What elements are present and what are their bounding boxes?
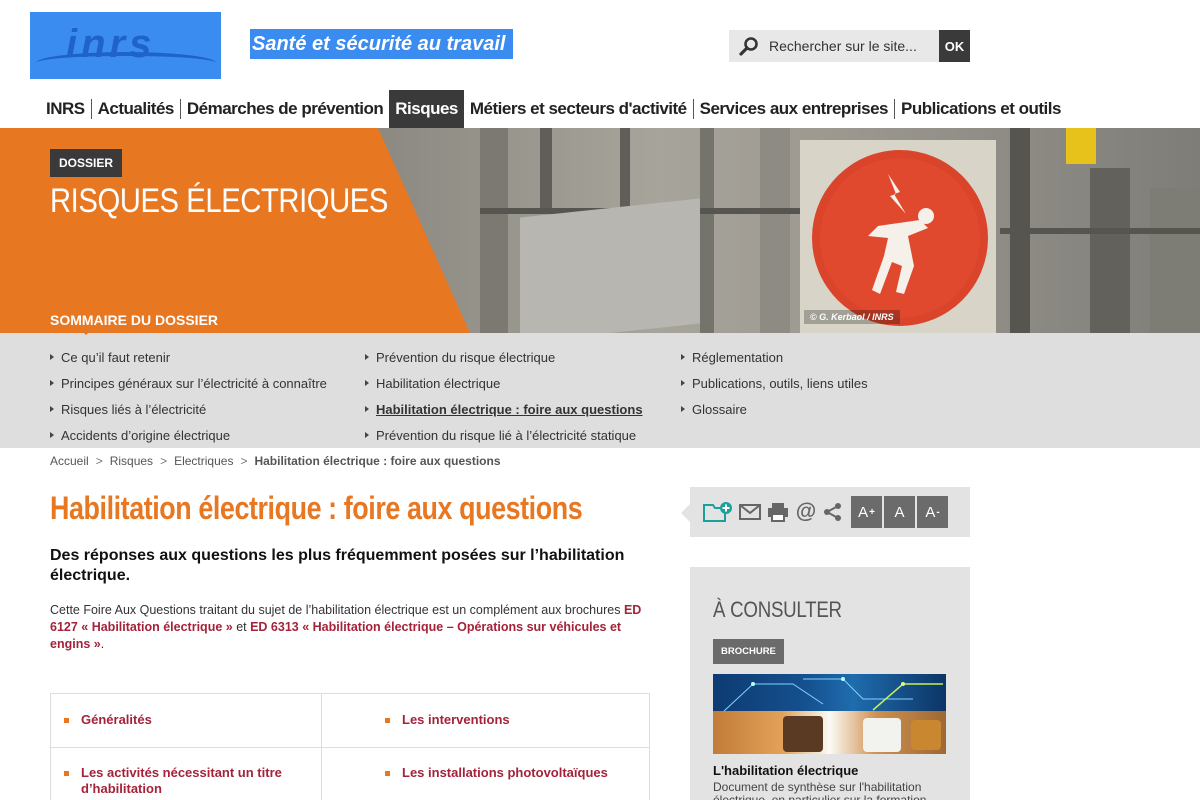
breadcrumb-separator: >	[95, 454, 103, 468]
bullet-icon	[681, 354, 685, 360]
summary-arrow	[80, 329, 92, 335]
site-tagline: Santé et sécurité au travail	[250, 29, 513, 59]
bullet-icon	[50, 354, 54, 360]
main-nav: INRS Actualités Démarches de prévention …	[40, 90, 1067, 128]
summary-column: Réglementation Publications, outils, lie…	[681, 344, 868, 422]
dossier-summary: Ce qu’il faut retenir Principes généraux…	[0, 333, 1200, 448]
summary-link[interactable]: Prévention du risque lié à l’électricité…	[365, 422, 643, 448]
summary-link[interactable]: Principes généraux sur l’électricité à c…	[50, 370, 327, 396]
bullet-icon	[50, 380, 54, 386]
nav-item-metiers[interactable]: Métiers et secteurs d'activité	[464, 90, 693, 128]
square-bullet-icon	[64, 771, 69, 776]
intro-paragraph: Cette Foire Aux Questions traitant du su…	[50, 603, 642, 651]
bullet-icon	[681, 406, 685, 412]
nav-item-demarches[interactable]: Démarches de prévention	[181, 90, 389, 128]
square-bullet-icon	[385, 718, 390, 723]
bullet-icon	[50, 406, 54, 412]
at-sign-icon[interactable]: @	[794, 500, 818, 524]
summary-link-current[interactable]: Habilitation électrique : foire aux ques…	[365, 396, 643, 422]
bullet-icon	[365, 380, 369, 386]
bullet-icon	[365, 354, 369, 360]
brochure-title[interactable]: L'habilitation électrique	[713, 763, 858, 778]
breadcrumb-link[interactable]: Accueil	[50, 454, 89, 468]
brochure-badge: BROCHURE	[713, 639, 784, 664]
nav-item-publications[interactable]: Publications et outils	[895, 90, 1067, 128]
summary-link[interactable]: Glossaire	[681, 396, 868, 422]
summary-link[interactable]: Prévention du risque électrique	[365, 344, 643, 370]
bullet-icon	[681, 380, 685, 386]
nav-item-inrs[interactable]: INRS	[40, 90, 91, 128]
faq-link-activites[interactable]: Les activités nécessitant un titre d’hab…	[64, 765, 314, 797]
add-to-folder-icon[interactable]	[703, 500, 733, 524]
faq-link-generalites[interactable]: Généralités	[64, 712, 354, 727]
dossier-title: RISQUES ÉLECTRIQUES	[50, 182, 388, 220]
summary-link[interactable]: Accidents d’origine électrique	[50, 422, 327, 448]
photo-credit: © G. Kerbaol / INRS	[804, 310, 900, 324]
summary-column: Prévention du risque électrique Habilita…	[365, 344, 643, 448]
dossier-badge: DOSSIER	[50, 149, 123, 177]
font-decrease-button[interactable]: A-	[917, 496, 948, 528]
breadcrumb-separator: >	[240, 454, 248, 468]
font-reset-button[interactable]: A	[884, 496, 915, 528]
bullet-icon	[365, 406, 369, 412]
inrs-logo[interactable]: inrs	[30, 12, 221, 79]
breadcrumb-link[interactable]: Risques	[110, 454, 153, 468]
search-box	[729, 30, 939, 62]
nav-item-services[interactable]: Services aux entreprises	[694, 90, 894, 128]
email-icon[interactable]	[738, 500, 762, 524]
nav-item-risques[interactable]: Risques	[389, 90, 464, 128]
faq-divider	[50, 747, 650, 748]
breadcrumb-current: Habilitation électrique : foire aux ques…	[254, 454, 501, 468]
summary-link[interactable]: Risques liés à l’électricité	[50, 396, 327, 422]
summary-heading: SOMMAIRE DU DOSSIER	[50, 312, 219, 328]
faq-link-photovoltaiques[interactable]: Les installations photovoltaïques	[385, 765, 635, 780]
sidebar-title: À CONSULTER	[713, 597, 842, 622]
nav-item-actualites[interactable]: Actualités	[92, 90, 180, 128]
share-icon[interactable]	[821, 500, 845, 524]
breadcrumb-separator: >	[160, 454, 168, 468]
warning-label	[1066, 128, 1096, 164]
brochure-description: Document de synthèse sur l'habilitation …	[713, 780, 927, 800]
breadcrumb-link[interactable]: Electriques	[174, 454, 233, 468]
search-input[interactable]	[769, 30, 939, 62]
bullet-icon	[365, 432, 369, 438]
bullet-icon	[50, 432, 54, 438]
electrocution-icon	[868, 174, 934, 294]
page-toolbar: @ A + A A-	[690, 487, 970, 537]
font-increase-button[interactable]: A +	[851, 496, 882, 528]
faq-link-interventions[interactable]: Les interventions	[385, 712, 635, 727]
breadcrumb: Accueil > Risques > Electriques > Habili…	[50, 454, 501, 468]
summary-link[interactable]: Habilitation électrique	[365, 370, 643, 396]
toolbar-notch	[681, 504, 690, 522]
summary-column: Ce qu’il faut retenir Principes généraux…	[50, 344, 327, 448]
summary-link[interactable]: Publications, outils, liens utiles	[681, 370, 868, 396]
page-title: Habilitation électrique : foire aux ques…	[50, 490, 583, 526]
brochure-cover-image[interactable]	[713, 674, 946, 754]
square-bullet-icon	[385, 771, 390, 776]
search-submit-button[interactable]: OK	[939, 30, 970, 62]
search-icon	[739, 36, 759, 56]
print-icon[interactable]	[766, 500, 790, 524]
logo-text: inrs	[66, 22, 156, 66]
square-bullet-icon	[64, 718, 69, 723]
summary-link[interactable]: Réglementation	[681, 344, 868, 370]
summary-link[interactable]: Ce qu’il faut retenir	[50, 344, 327, 370]
page-lead: Des réponses aux questions les plus fréq…	[50, 547, 625, 584]
